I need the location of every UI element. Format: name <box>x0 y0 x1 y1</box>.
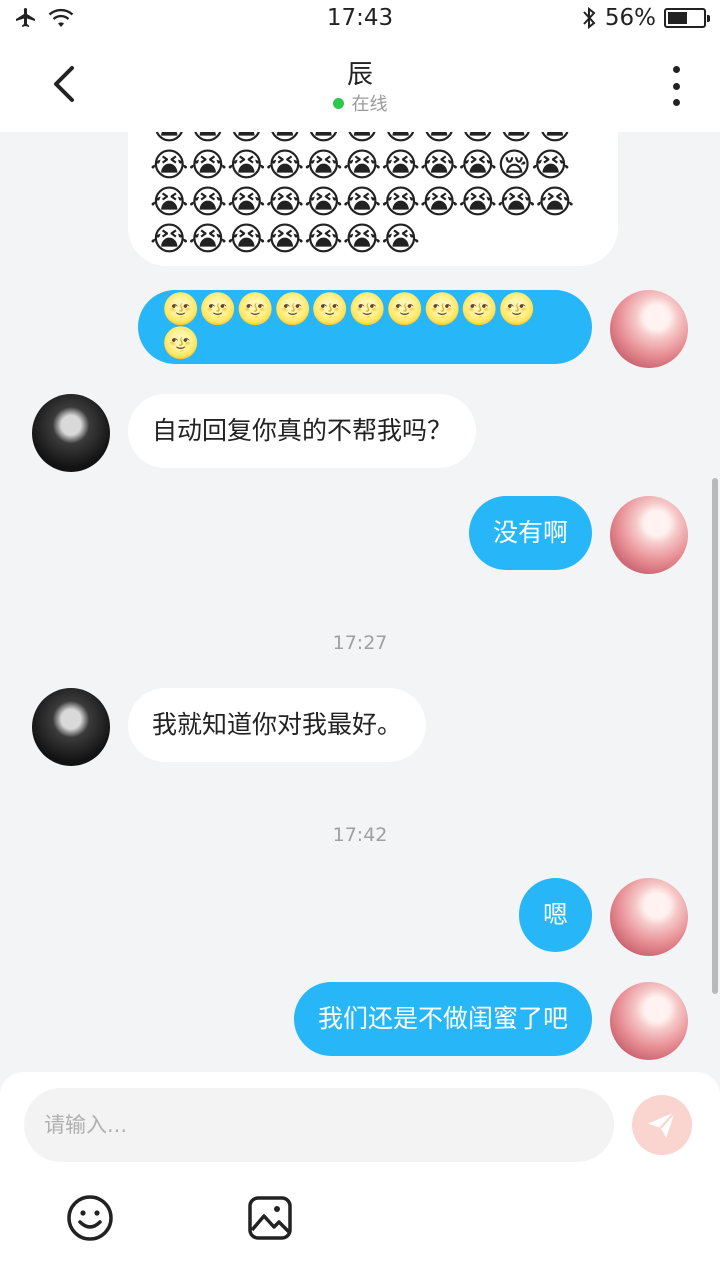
message-list[interactable]: 😭😭😭😭😭😭😭😭😭😭😭 😭😭😭😭😭😭😭😭😭😪😭 😭😭😭😭😭😭😭😭😭😭😭 😭😭😭😭… <box>0 132 720 1072</box>
contact-avatar[interactable] <box>32 394 110 472</box>
online-dot <box>332 97 344 109</box>
timestamp: 17:42 <box>332 824 388 846</box>
scrollbar[interactable] <box>712 478 718 994</box>
more-options-button[interactable] <box>668 66 684 106</box>
paper-plane-icon <box>647 1111 676 1138</box>
emoji-row: 😭😭😭😭😭😭😭😭😭😪😭 <box>150 145 570 184</box>
emoji-row: 😭😭😭😭😭😭😭😭😭😭😭 <box>150 182 575 221</box>
emoji-row: 🌝🌝🌝🌝🌝🌝🌝🌝🌝🌝🌝 <box>162 292 536 361</box>
contact-name: 辰 <box>346 60 373 90</box>
emoji-message: 😭😭😭😭😭😭😭😭😭😭😭 😭😭😭😭😭😭😭😭😭😪😭 😭😭😭😭😭😭😭😭😭😭😭 😭😭😭😭… <box>150 132 574 256</box>
message-bubble-in[interactable]: 自动回复你真的不帮我吗？ <box>128 394 477 468</box>
message-bubble-in[interactable]: 我就知道你对我最好。 <box>128 688 427 762</box>
message-text: 我就知道你对我最好。 <box>152 710 403 739</box>
battery-percent: 56% <box>604 5 656 31</box>
message-bubble-in[interactable]: 😭😭😭😭😭😭😭😭😭😭😭 😭😭😭😭😭😭😭😭😭😪😭 😭😭😭😭😭😭😭😭😭😭😭 😭😭😭😭… <box>128 132 618 266</box>
message-bubble-out[interactable]: 没有啊 <box>468 496 592 570</box>
more-vertical-icon-dot <box>672 99 680 106</box>
emoji-row: 😭😭😭😭😭😭😭😭😭😭😭 <box>150 132 574 145</box>
message-text: 自动回复你真的不帮我吗？ <box>152 416 453 445</box>
timestamp: 17:27 <box>332 632 388 654</box>
message-text: 没有啊 <box>492 518 568 547</box>
smiley-icon <box>67 1195 113 1241</box>
message-input[interactable] <box>24 1088 614 1162</box>
contact-avatar[interactable] <box>32 688 110 766</box>
image-icon <box>248 1196 292 1240</box>
my-avatar[interactable] <box>610 290 688 368</box>
image-button[interactable] <box>246 1194 294 1242</box>
more-vertical-icon <box>672 66 680 73</box>
bluetooth-icon <box>583 6 596 30</box>
message-text: 我们还是不做闺蜜了吧 <box>317 1004 568 1033</box>
message-bubble-out[interactable]: 🌝🌝🌝🌝🌝🌝🌝🌝🌝🌝🌝 <box>138 290 592 364</box>
message-text: 嗯 <box>542 900 568 929</box>
my-avatar[interactable] <box>610 982 688 1060</box>
my-avatar[interactable] <box>610 878 688 956</box>
more-vertical-icon-dot <box>672 82 680 90</box>
my-avatar[interactable] <box>610 496 688 574</box>
chat-header: 辰 在线 <box>0 38 720 132</box>
presence-status: 在线 <box>0 90 720 116</box>
battery-icon <box>664 8 710 28</box>
composer <box>0 1072 720 1280</box>
status-right: 56% <box>581 5 710 31</box>
presence-label: 在线 <box>351 94 388 115</box>
emoji-button[interactable] <box>66 1194 114 1242</box>
message-bubble-out[interactable]: 我们还是不做闺蜜了吧 <box>293 982 592 1056</box>
battery-fill <box>668 12 688 24</box>
send-button[interactable] <box>632 1095 692 1155</box>
message-bubble-out[interactable]: 嗯 <box>518 878 592 952</box>
emoji-row: 😭😭😭😭😭😭😭 <box>150 219 420 258</box>
status-bar: 17:43 56% <box>0 0 720 38</box>
